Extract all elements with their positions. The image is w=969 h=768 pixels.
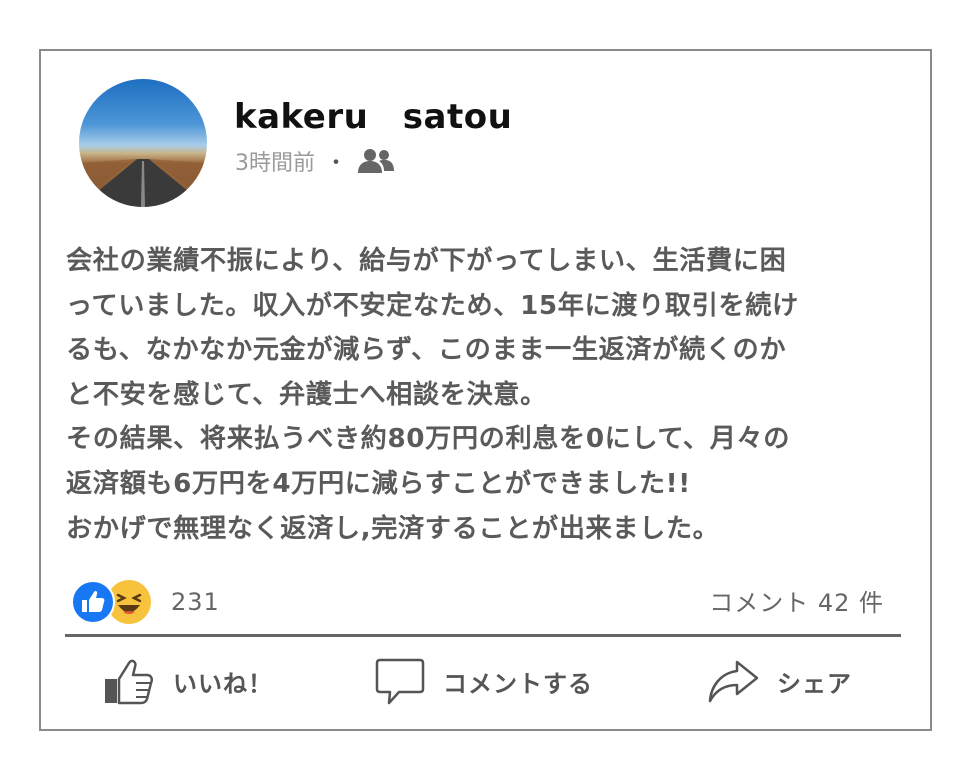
avatar[interactable] xyxy=(79,79,207,207)
like-icon xyxy=(71,580,115,624)
post-body-line: 返済額も6万円を4万円に減らすことができました!! xyxy=(66,468,691,499)
post-body-line: おかげで無理なく返済し,完済することが出来ました。 xyxy=(66,513,720,544)
like-label: いいね！ xyxy=(173,669,273,698)
comment-count-link[interactable]: コメント 42 件 xyxy=(709,583,884,618)
share-arrow-icon xyxy=(708,660,759,703)
like-button[interactable]: いいね！ xyxy=(103,655,273,707)
post-card: kakeru satou 3時間前 ・ 会社の業績不振により、給与が下がってしま… xyxy=(39,49,932,731)
meta-separator: ・ xyxy=(325,151,348,176)
post-meta: 3時間前 ・ xyxy=(235,145,395,177)
post-body-line: と不安を感じて、弁護士へ相談を決意。 xyxy=(66,379,547,410)
reaction-summary[interactable]: 231 xyxy=(71,578,220,626)
reaction-count: 231 xyxy=(171,588,220,616)
post-body-line: るも、なかなか元金が減らず、このまま一生返済が続くのか xyxy=(66,335,787,366)
post-body-line: その結果、将来払うべき約80万円の利息を0にして、月々の xyxy=(66,424,791,455)
post-time[interactable]: 3時間前 xyxy=(235,145,315,177)
share-button[interactable]: シェア xyxy=(707,655,852,707)
friends-icon[interactable] xyxy=(357,148,395,174)
thumbs-up-icon xyxy=(105,659,154,705)
comment-label: コメントする xyxy=(443,669,593,698)
post-body-line: っていました。収入が不安定なため、15年に渡り取引を続け xyxy=(66,290,799,321)
divider xyxy=(65,634,901,637)
post-body-line: 会社の業績不振により、給与が下がってしまい、生活費に困 xyxy=(66,246,787,276)
share-label: シェア xyxy=(777,669,852,698)
post-body: 会社の業績不振により、給与が下がってしまい、生活費に困 っていました。収入が不安… xyxy=(66,239,916,551)
author-name[interactable]: kakeru satou xyxy=(234,89,512,138)
comment-button[interactable]: コメントする xyxy=(375,655,593,707)
speech-bubble-icon xyxy=(375,658,425,705)
road-landscape-image xyxy=(79,159,207,207)
